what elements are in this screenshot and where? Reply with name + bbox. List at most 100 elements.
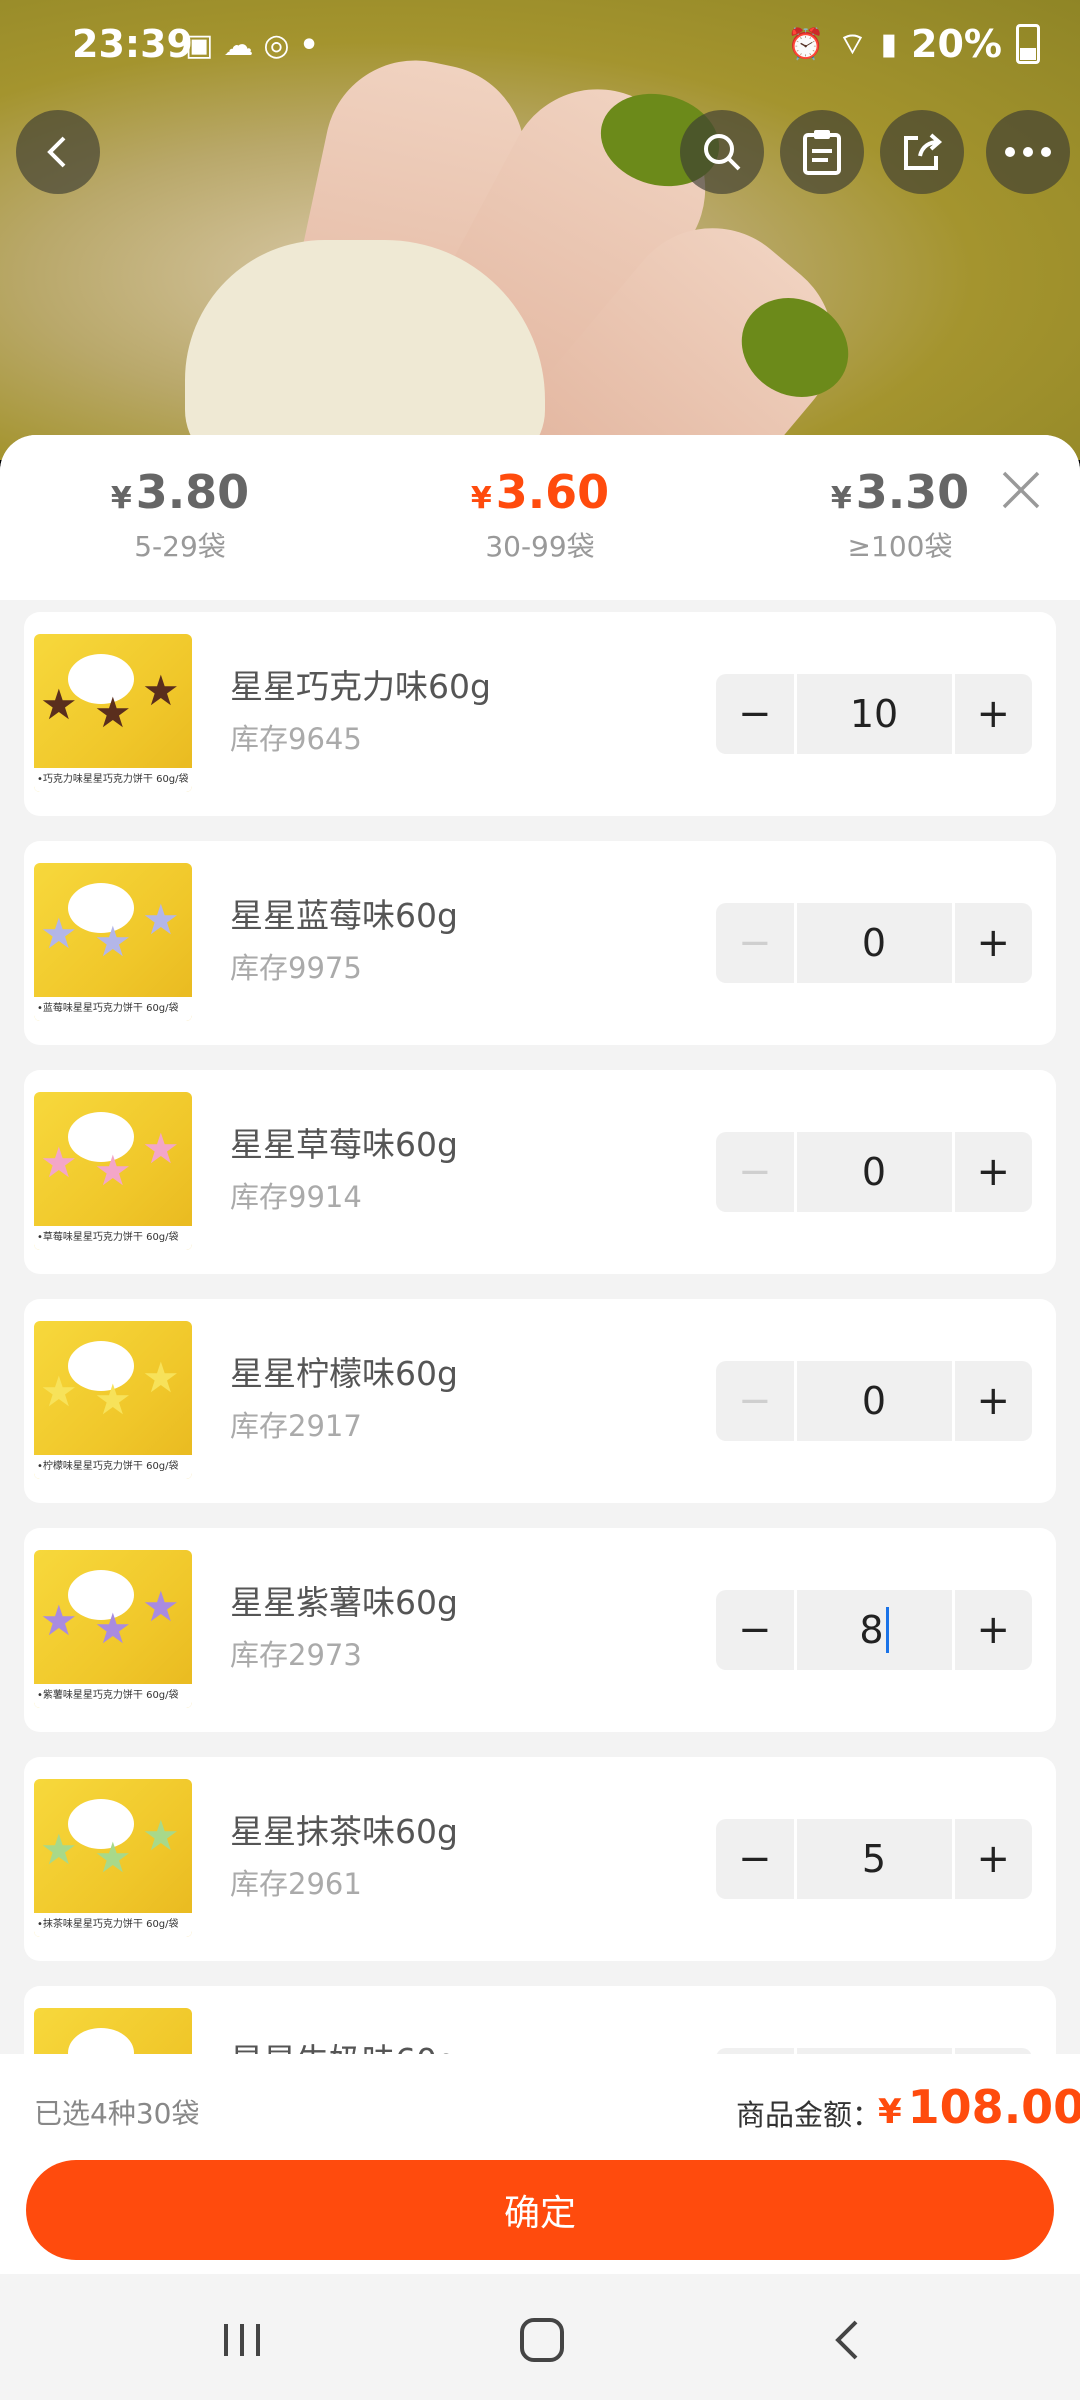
decrement-button[interactable]: − (716, 674, 794, 754)
product-thumbnail: ★ ★ ★ •巧克力味星星巧克力饼干 60g/袋 (34, 634, 192, 792)
thumb-caption: •柠檬味星星巧克力饼干 60g/袋 (34, 1455, 192, 1479)
search-button[interactable] (680, 110, 764, 194)
increment-button[interactable]: + (954, 1819, 1032, 1899)
increment-button[interactable]: + (954, 1132, 1032, 1212)
star-icon: ★ (94, 1604, 132, 1653)
tier-1: ¥3.80 5-29袋 (60, 465, 300, 565)
quantity-stepper: − 10 + (716, 674, 1032, 754)
system-nav-bar (0, 2274, 1080, 2400)
decrement-button[interactable]: − (716, 903, 794, 983)
star-icon: ★ (94, 1146, 132, 1195)
quantity-input[interactable]: 8 (796, 1590, 952, 1670)
cloud-icon: ☁ (223, 28, 264, 63)
item-stock: 库存9914 (230, 1180, 362, 1214)
quantity-stepper: − 0 + (716, 1132, 1032, 1212)
thumb-caption: •巧克力味星星巧克力饼干 60g/袋 (34, 768, 192, 792)
item-name: 星星蓝莓味60g (230, 896, 458, 935)
back-button[interactable] (16, 110, 100, 194)
status-right: ⏰ ⌔ ▮ 20% (787, 22, 1040, 66)
quantity-input[interactable]: 0 (796, 1132, 952, 1212)
minus-icon: − (737, 1378, 772, 1424)
quantity-stepper: − 8 + (716, 1590, 1032, 1670)
plus-icon: + (976, 691, 1010, 737)
item-stock: 库存2961 (230, 1867, 362, 1901)
dot-icon: • (299, 28, 329, 63)
increment-button[interactable]: + (954, 1361, 1032, 1441)
decrement-button[interactable]: − (716, 1819, 794, 1899)
checkout-bar: 已选4种30袋 商品金额： ¥108.00 确定 (0, 2054, 1080, 2274)
text-cursor (885, 1607, 889, 1653)
currency-symbol: ¥ (470, 481, 492, 516)
item-name: 星星抹茶味60g (230, 1812, 458, 1851)
signal-icon: ▮ (880, 26, 898, 62)
alarm-icon: ⏰ (786, 26, 825, 62)
list-item: ★ ★ ★ •巧克力味星星巧克力饼干 60g/袋 星星巧克力味60g 库存964… (24, 612, 1056, 816)
confirm-button[interactable]: 确定 (26, 2160, 1054, 2260)
product-thumbnail: ★ ★ ★ •紫薯味星星巧克力饼干 60g/袋 (34, 1550, 192, 1708)
star-icon: ★ (142, 1582, 180, 1631)
increment-button[interactable]: + (954, 1590, 1032, 1670)
currency-symbol: ¥ (878, 2092, 902, 2132)
quantity-stepper: − 0 + (716, 1361, 1032, 1441)
clipboard-button[interactable] (780, 110, 864, 194)
item-stock: 库存2973 (230, 1638, 362, 1672)
tier-range: 30-99袋 (485, 530, 595, 563)
tier-range: ≥100袋 (847, 530, 953, 563)
back-nav-icon[interactable] (818, 2310, 878, 2370)
clipboard-icon (803, 130, 841, 175)
quantity-input[interactable]: 0 (796, 903, 952, 983)
star-icon: ★ (142, 895, 180, 944)
sku-sheet: ¥3.80 5-29袋 ¥3.60 30-99袋 ¥3.30 ≥100袋 ★ ★… (0, 435, 1080, 2275)
thumb-caption: •蓝莓味星星巧克力饼干 60g/袋 (34, 997, 192, 1021)
price-tiers: ¥3.80 5-29袋 ¥3.60 30-99袋 ¥3.30 ≥100袋 (0, 435, 1080, 600)
increment-button[interactable]: + (954, 674, 1032, 754)
plus-icon: + (976, 1836, 1010, 1882)
thumb-caption: •抹茶味星星巧克力饼干 60g/袋 (34, 1913, 192, 1937)
quantity-value: 8 (859, 1608, 884, 1652)
product-thumbnail: ★ ★ ★ •草莓味星星巧克力饼干 60g/袋 (34, 1092, 192, 1250)
quantity-input[interactable]: 10 (796, 674, 952, 754)
star-icon: ★ (40, 1825, 78, 1874)
minus-icon: − (737, 1149, 772, 1195)
image-icon: ▣ (185, 28, 224, 63)
minus-icon: − (737, 1836, 772, 1882)
item-name: 星星柠檬味60g (230, 1354, 458, 1393)
recent-apps-icon[interactable] (212, 2310, 272, 2370)
item-stock: 库存2917 (230, 1409, 362, 1443)
star-icon: ★ (142, 1811, 180, 1860)
plus-icon: + (976, 1607, 1010, 1653)
currency-symbol: ¥ (110, 481, 132, 516)
home-icon[interactable] (512, 2310, 572, 2370)
product-thumbnail: ★ ★ ★ •蓝莓味星星巧克力饼干 60g/袋 (34, 863, 192, 1021)
list-item: ★ ★ ★ •蓝莓味星星巧克力饼干 60g/袋 星星蓝莓味60g 库存9975 … (24, 841, 1056, 1045)
search-icon (704, 134, 741, 171)
decrement-button[interactable]: − (716, 1132, 794, 1212)
wifi-icon: ⌔ (838, 27, 867, 62)
share-button[interactable] (880, 110, 964, 194)
minus-icon: − (737, 920, 772, 966)
decrement-button[interactable]: − (716, 1590, 794, 1670)
quantity-input[interactable]: 0 (796, 1361, 952, 1441)
share-icon (904, 133, 943, 170)
total-amount: ¥108.00 (878, 2080, 1080, 2134)
product-thumbnail: ★ ★ ★ •抹茶味星星巧克力饼干 60g/袋 (34, 1779, 192, 1937)
list-item: ★ ★ ★ •柠檬味星星巧克力饼干 60g/袋 星星柠檬味60g 库存2917 … (24, 1299, 1056, 1503)
more-button[interactable] (986, 110, 1070, 194)
thumb-caption: •草莓味星星巧克力饼干 60g/袋 (34, 1226, 192, 1250)
quantity-input[interactable]: 5 (796, 1819, 952, 1899)
battery-icon (1016, 24, 1040, 64)
star-icon: ★ (40, 680, 78, 729)
increment-button[interactable]: + (954, 903, 1032, 983)
list-item: ★ ★ ★ •紫薯味星星巧克力饼干 60g/袋 星星紫薯味60g 库存2973 … (24, 1528, 1056, 1732)
more-dots-icon (1005, 147, 1051, 157)
tier-price: 3.60 (495, 465, 610, 519)
star-icon: ★ (94, 917, 132, 966)
close-icon[interactable] (996, 465, 1046, 515)
item-stock: 库存9975 (230, 951, 362, 985)
item-name: 星星巧克力味60g (230, 667, 491, 706)
decrement-button[interactable]: − (716, 1361, 794, 1441)
list-item: ★ ★ ★ •抹茶味星星巧克力饼干 60g/袋 星星抹茶味60g 库存2961 … (24, 1757, 1056, 1961)
tier-price: 3.80 (135, 465, 250, 519)
tier-2: ¥3.60 30-99袋 (420, 465, 660, 565)
battery-percent: 20% (911, 22, 1002, 66)
